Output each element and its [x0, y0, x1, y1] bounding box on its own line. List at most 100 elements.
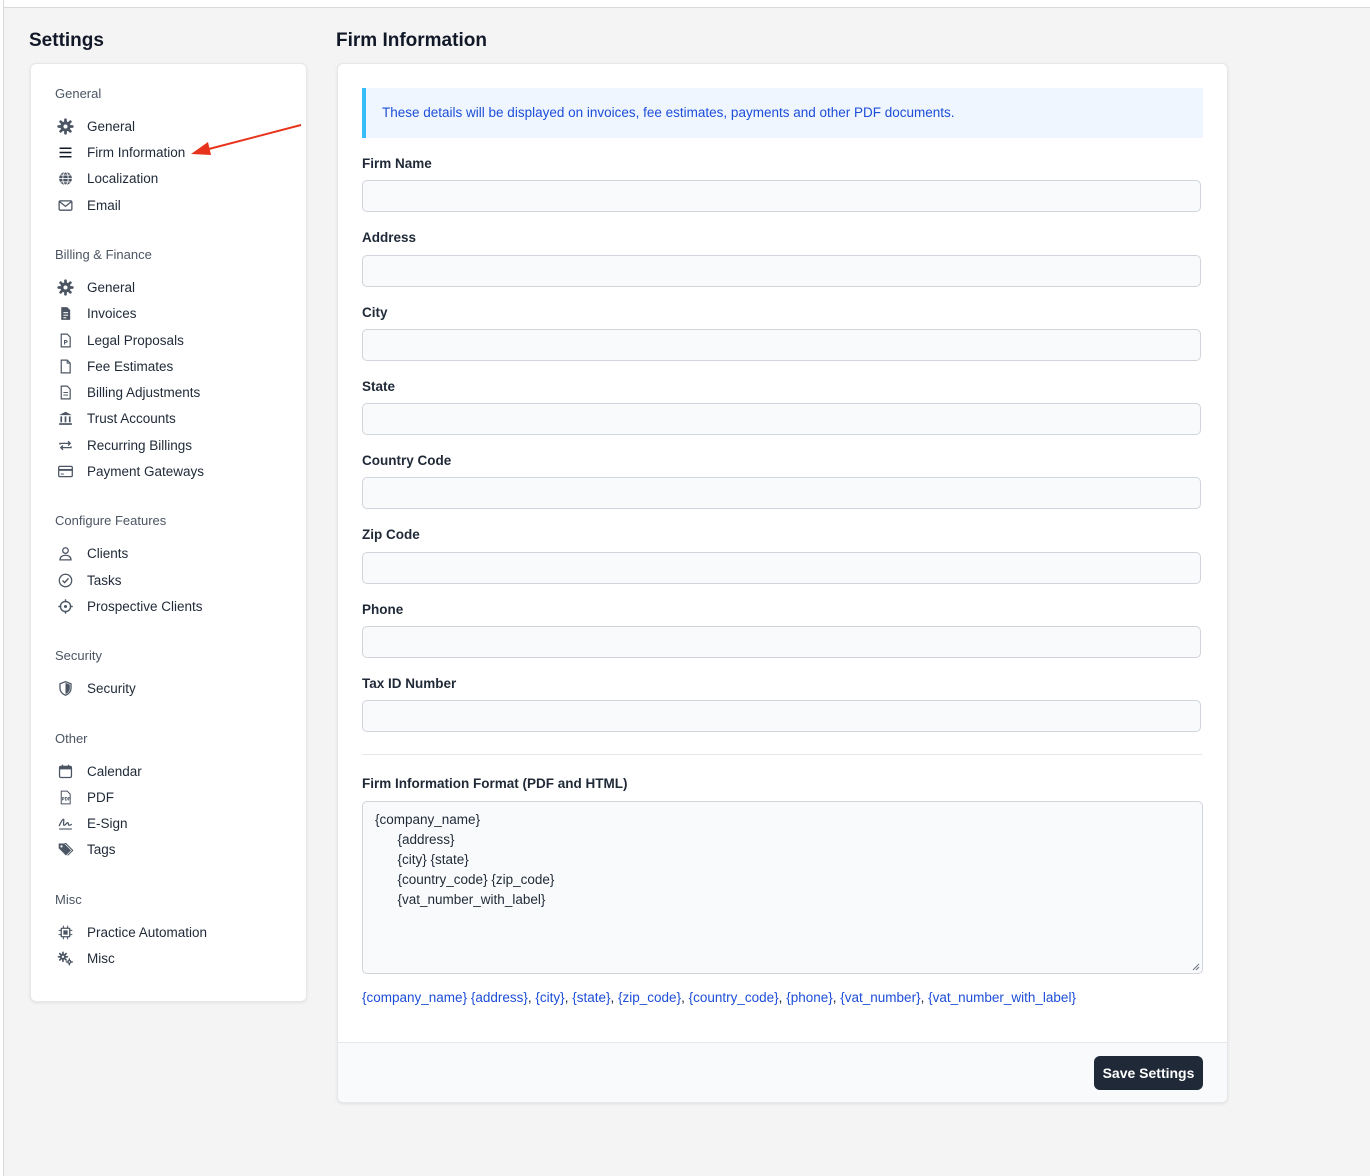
sidebar-item-e-sign[interactable]: E-Sign	[55, 812, 128, 834]
sidebar-item-pdf[interactable]: PDF PDF	[55, 786, 114, 808]
sidebar-item-general[interactable]: General	[55, 115, 135, 137]
sidebar-item-calendar[interactable]: Calendar	[55, 760, 142, 782]
envelope-icon	[55, 196, 75, 214]
country-code-input[interactable]	[362, 477, 1201, 509]
sidebar-item-label: Recurring Billings	[87, 437, 193, 453]
tax-id-input[interactable]	[362, 700, 1201, 732]
proposal-document-icon: P	[55, 331, 75, 349]
sidebar-item-firm-information[interactable]: Firm Information	[55, 141, 185, 163]
firm-name-input[interactable]	[362, 180, 1201, 212]
sidebar-item-tasks[interactable]: Tasks	[55, 569, 122, 591]
sidebar-item-label: E-Sign	[87, 815, 128, 831]
sidebar-item-misc[interactable]: Misc	[55, 947, 115, 969]
sidebar-item-fee-estimates[interactable]: Fee Estimates	[55, 355, 173, 377]
panel-footer: Save Settings	[338, 1042, 1227, 1102]
repeat-icon	[55, 436, 75, 454]
placeholder-company-name[interactable]: {company_name}	[362, 990, 467, 1005]
phone-input[interactable]	[362, 626, 1201, 658]
sidebar-item-label: Practice Automation	[87, 924, 208, 940]
format-line: {vat_number_with_label}	[375, 892, 546, 907]
resize-grip-icon[interactable]	[1192, 963, 1200, 971]
placeholder-country-code[interactable]: {country_code}	[689, 990, 779, 1005]
sidebar-item-label: Prospective Clients	[87, 598, 203, 614]
signature-icon	[55, 814, 75, 832]
sidebar-item-label: General	[87, 118, 136, 134]
sidebar-item-label: Trust Accounts	[87, 410, 176, 426]
sidebar-item-invoices[interactable]: Invoices	[55, 302, 137, 324]
group-heading-configure-features: Configure Features	[55, 513, 167, 528]
sidebar-item-prospective-clients[interactable]: Prospective Clients	[55, 595, 203, 617]
cogs-icon	[55, 949, 75, 967]
placeholder-phone[interactable]: {phone}	[786, 990, 833, 1005]
shield-icon	[55, 679, 75, 697]
sidebar-item-label: Fee Estimates	[87, 358, 174, 374]
settings-title: Settings	[29, 30, 104, 51]
svg-text:P: P	[63, 339, 68, 346]
state-label: State	[362, 379, 396, 394]
sidebar-item-practice-automation[interactable]: Practice Automation	[55, 921, 207, 943]
sidebar-item-label: Misc	[87, 950, 115, 966]
format-line: {country_code} {zip_code}	[375, 872, 555, 887]
info-notice: These details will be displayed on invoi…	[362, 88, 1203, 138]
svg-text:PDF: PDF	[61, 796, 70, 801]
user-icon	[55, 544, 75, 562]
sidebar-item-tags[interactable]: Tags	[55, 838, 116, 860]
sidebar-item-label: Billing Adjustments	[87, 384, 201, 400]
zip-code-label: Zip Code	[362, 527, 420, 542]
group-heading-billing-finance: Billing & Finance	[55, 247, 152, 262]
format-line: {company_name}	[375, 812, 481, 827]
document-icon	[55, 357, 75, 375]
chip-icon	[55, 923, 75, 941]
group-heading-general: General	[55, 86, 102, 101]
page-title: Firm Information	[336, 30, 487, 51]
sidebar-item-label: Tags	[87, 841, 116, 857]
placeholder-vat-number[interactable]: {vat_number}	[840, 990, 920, 1005]
credit-card-icon	[55, 462, 75, 480]
format-line: {address}	[375, 832, 455, 847]
sidebar-item-billing-general[interactable]: General	[55, 276, 135, 298]
sidebar-item-label: Invoices	[87, 305, 137, 321]
sidebar-item-trust-accounts[interactable]: Trust Accounts	[55, 407, 176, 429]
sidebar-item-label: Payment Gateways	[87, 463, 205, 479]
city-input[interactable]	[362, 329, 1201, 361]
gear-icon	[55, 117, 75, 135]
placeholder-zip-code[interactable]: {zip_code}	[618, 990, 681, 1005]
sidebar-item-legal-proposals[interactable]: P Legal Proposals	[55, 329, 184, 351]
sidebar-item-label: Clients	[87, 545, 129, 561]
info-notice-text: These details will be displayed on invoi…	[382, 105, 955, 120]
window-top-edge	[0, 0, 1370, 8]
sidebar-item-label: Calendar	[87, 763, 142, 779]
window-left-edge	[0, 0, 4, 1176]
sidebar-item-recurring-billings[interactable]: Recurring Billings	[55, 434, 192, 456]
check-circle-icon	[55, 571, 75, 589]
crosshair-icon	[55, 597, 75, 615]
phone-label: Phone	[362, 602, 404, 617]
sidebar-item-clients[interactable]: Clients	[55, 542, 128, 564]
firm-format-textarea[interactable]: {company_name} {address} {city} {state} …	[362, 801, 1203, 974]
placeholder-city[interactable]: {city}	[535, 990, 564, 1005]
firm-name-label: Firm Name	[362, 156, 432, 171]
sidebar-item-billing-adjustments[interactable]: Billing Adjustments	[55, 381, 200, 403]
zip-code-input[interactable]	[362, 552, 1201, 584]
address-input[interactable]	[362, 255, 1201, 287]
placeholder-vat-number-with-label[interactable]: {vat_number_with_label}	[928, 990, 1076, 1005]
tags-icon	[55, 840, 75, 858]
sidebar-item-label: Localization	[87, 170, 159, 186]
sidebar-item-label: Security	[87, 680, 136, 696]
placeholder-address[interactable]: {address}	[471, 990, 528, 1005]
city-label: City	[362, 305, 388, 320]
address-label: Address	[362, 230, 417, 245]
sidebar-item-localization[interactable]: Localization	[55, 167, 158, 189]
save-settings-button[interactable]: Save Settings	[1094, 1056, 1203, 1090]
country-code-label: Country Code	[362, 453, 452, 468]
menu-lines-icon	[55, 143, 75, 161]
sidebar-item-security[interactable]: Security	[55, 677, 136, 699]
sidebar-item-payment-gateways[interactable]: Payment Gateways	[55, 460, 204, 482]
state-input[interactable]	[362, 403, 1201, 435]
format-label: Firm Information Format (PDF and HTML)	[362, 776, 628, 791]
tax-id-label: Tax ID Number	[362, 676, 457, 691]
sidebar-item-email[interactable]: Email	[55, 194, 121, 216]
group-heading-security: Security	[55, 648, 102, 663]
placeholder-list: {company_name} {address}, {city}, {state…	[362, 990, 1076, 1005]
placeholder-state[interactable]: {state}	[572, 990, 610, 1005]
